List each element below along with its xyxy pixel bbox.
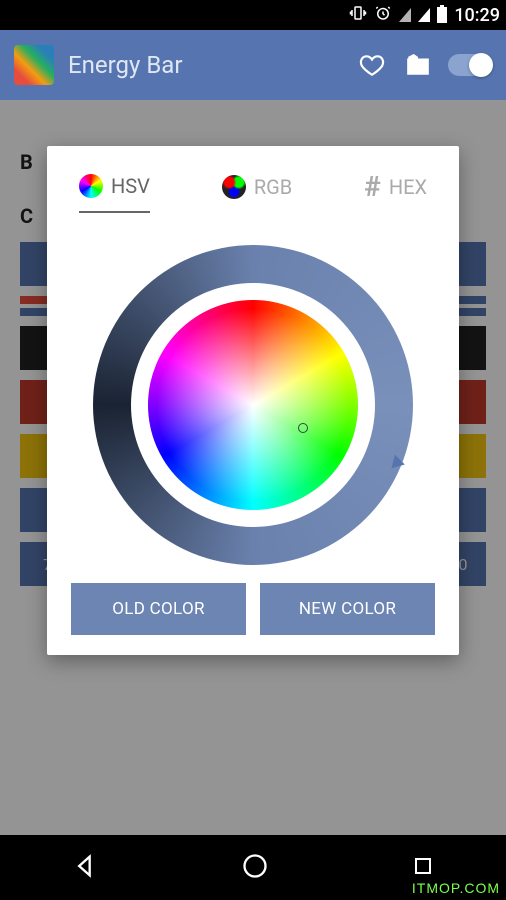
old-color-button[interactable]: OLD COLOR [71, 583, 246, 635]
favorite-icon[interactable] [356, 49, 388, 81]
hash-icon: # [364, 170, 381, 203]
hue-handle[interactable] [298, 423, 308, 433]
vibrate-icon [349, 4, 367, 26]
tab-label: RGB [254, 175, 292, 199]
master-toggle[interactable] [448, 54, 492, 76]
app-toolbar: Energy Bar [0, 30, 506, 100]
tab-label: HSV [111, 174, 150, 198]
home-icon[interactable] [241, 852, 269, 884]
status-bar: 10:29 [0, 0, 506, 30]
app-title: Energy Bar [68, 51, 342, 79]
color-picker-dialog: HSV RGB # HEX OLD COLOR NEW COLOR [47, 146, 459, 655]
alarm-icon [374, 4, 392, 26]
battery-icon [437, 7, 447, 23]
watermark: ITMOP.COM [412, 880, 500, 896]
rgb-icon [222, 175, 246, 199]
value-handle[interactable] [391, 455, 406, 472]
tab-label: HEX [389, 175, 427, 199]
tab-hsv[interactable]: HSV [79, 170, 150, 213]
button-label: OLD COLOR [112, 599, 204, 619]
tab-hex[interactable]: # HEX [364, 170, 427, 213]
signal-icon [399, 8, 411, 22]
color-mode-tabs: HSV RGB # HEX [71, 170, 435, 227]
tab-rgb[interactable]: RGB [222, 170, 292, 213]
hsv-icon [79, 174, 103, 198]
button-label: NEW COLOR [299, 599, 396, 619]
play-store-icon[interactable] [402, 49, 434, 81]
app-logo [14, 45, 54, 85]
new-color-button[interactable]: NEW COLOR [260, 583, 435, 635]
recent-icon[interactable] [411, 854, 435, 882]
signal-icon [418, 8, 430, 22]
back-icon[interactable] [71, 852, 99, 884]
clock: 10:29 [454, 5, 500, 26]
color-wheel[interactable] [93, 245, 413, 565]
